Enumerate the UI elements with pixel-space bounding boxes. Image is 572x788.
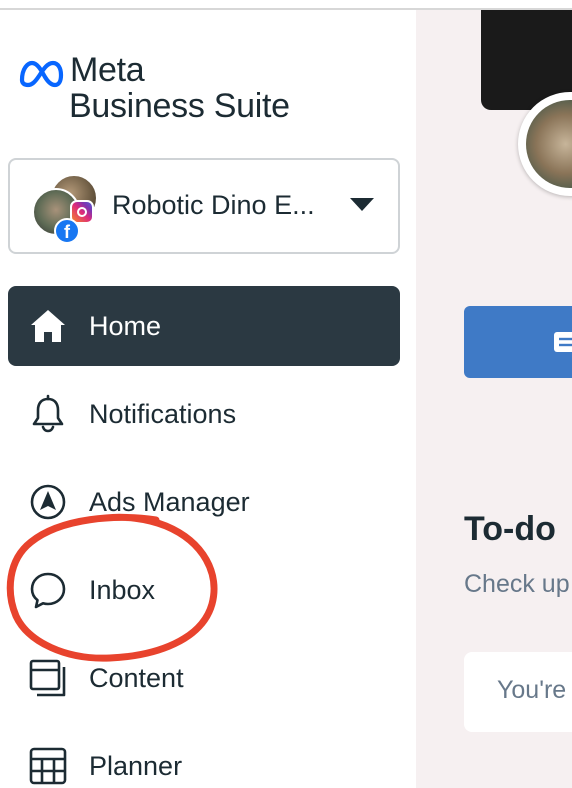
content-icon <box>29 659 66 697</box>
profile-picture-image <box>526 100 572 188</box>
chat-bubble-icon <box>30 572 66 609</box>
chevron-down-icon <box>350 198 374 211</box>
sidebar-item-ads-manager[interactable]: Ads Manager <box>8 462 400 542</box>
home-icon <box>31 310 65 342</box>
list-icon <box>554 332 572 352</box>
logo-line-meta: Meta <box>70 51 145 89</box>
facebook-icon: f <box>54 218 80 244</box>
todo-heading: To-do <box>464 510 556 548</box>
sidebar-item-planner[interactable]: Planner <box>8 726 400 788</box>
sidebar-item-label: Content <box>89 663 184 693</box>
sidebar-item-label: Inbox <box>89 575 156 605</box>
todo-subtitle: Check up <box>464 570 570 598</box>
sidebar-item-label: Notifications <box>89 399 237 429</box>
sidebar-item-label: Planner <box>89 751 183 781</box>
primary-action-button[interactable] <box>464 306 572 378</box>
sidebar-item-content[interactable]: Content <box>8 638 400 718</box>
sidebar-item-inbox[interactable]: Inbox <box>8 550 400 630</box>
account-avatars: f <box>32 174 102 244</box>
ads-manager-icon <box>30 484 66 520</box>
status-card-text: You're <box>497 676 567 704</box>
todo-status-card: You're <box>464 652 572 732</box>
account-switcher[interactable]: f Robotic Dino E... <box>8 158 400 254</box>
sidebar-item-notifications[interactable]: Notifications <box>8 374 400 454</box>
sidebar-item-home[interactable]: Home <box>8 286 400 366</box>
sidebar-item-label: Ads Manager <box>89 487 250 517</box>
sidebar-item-label: Home <box>89 311 162 341</box>
main-content: To-do Check up You're <box>416 10 572 788</box>
bell-icon <box>32 394 64 433</box>
logo-text: Meta Business Suite <box>69 51 290 125</box>
sidebar: Meta Business Suite f Robotic Dino E... … <box>0 10 416 788</box>
calendar-grid-icon <box>29 747 67 785</box>
account-name: Robotic Dino E... <box>112 190 315 220</box>
logo-line-business-suite: Business Suite <box>69 87 290 125</box>
meta-business-suite-logo[interactable]: Meta Business Suite <box>18 52 358 132</box>
meta-infinity-icon <box>19 60 64 88</box>
